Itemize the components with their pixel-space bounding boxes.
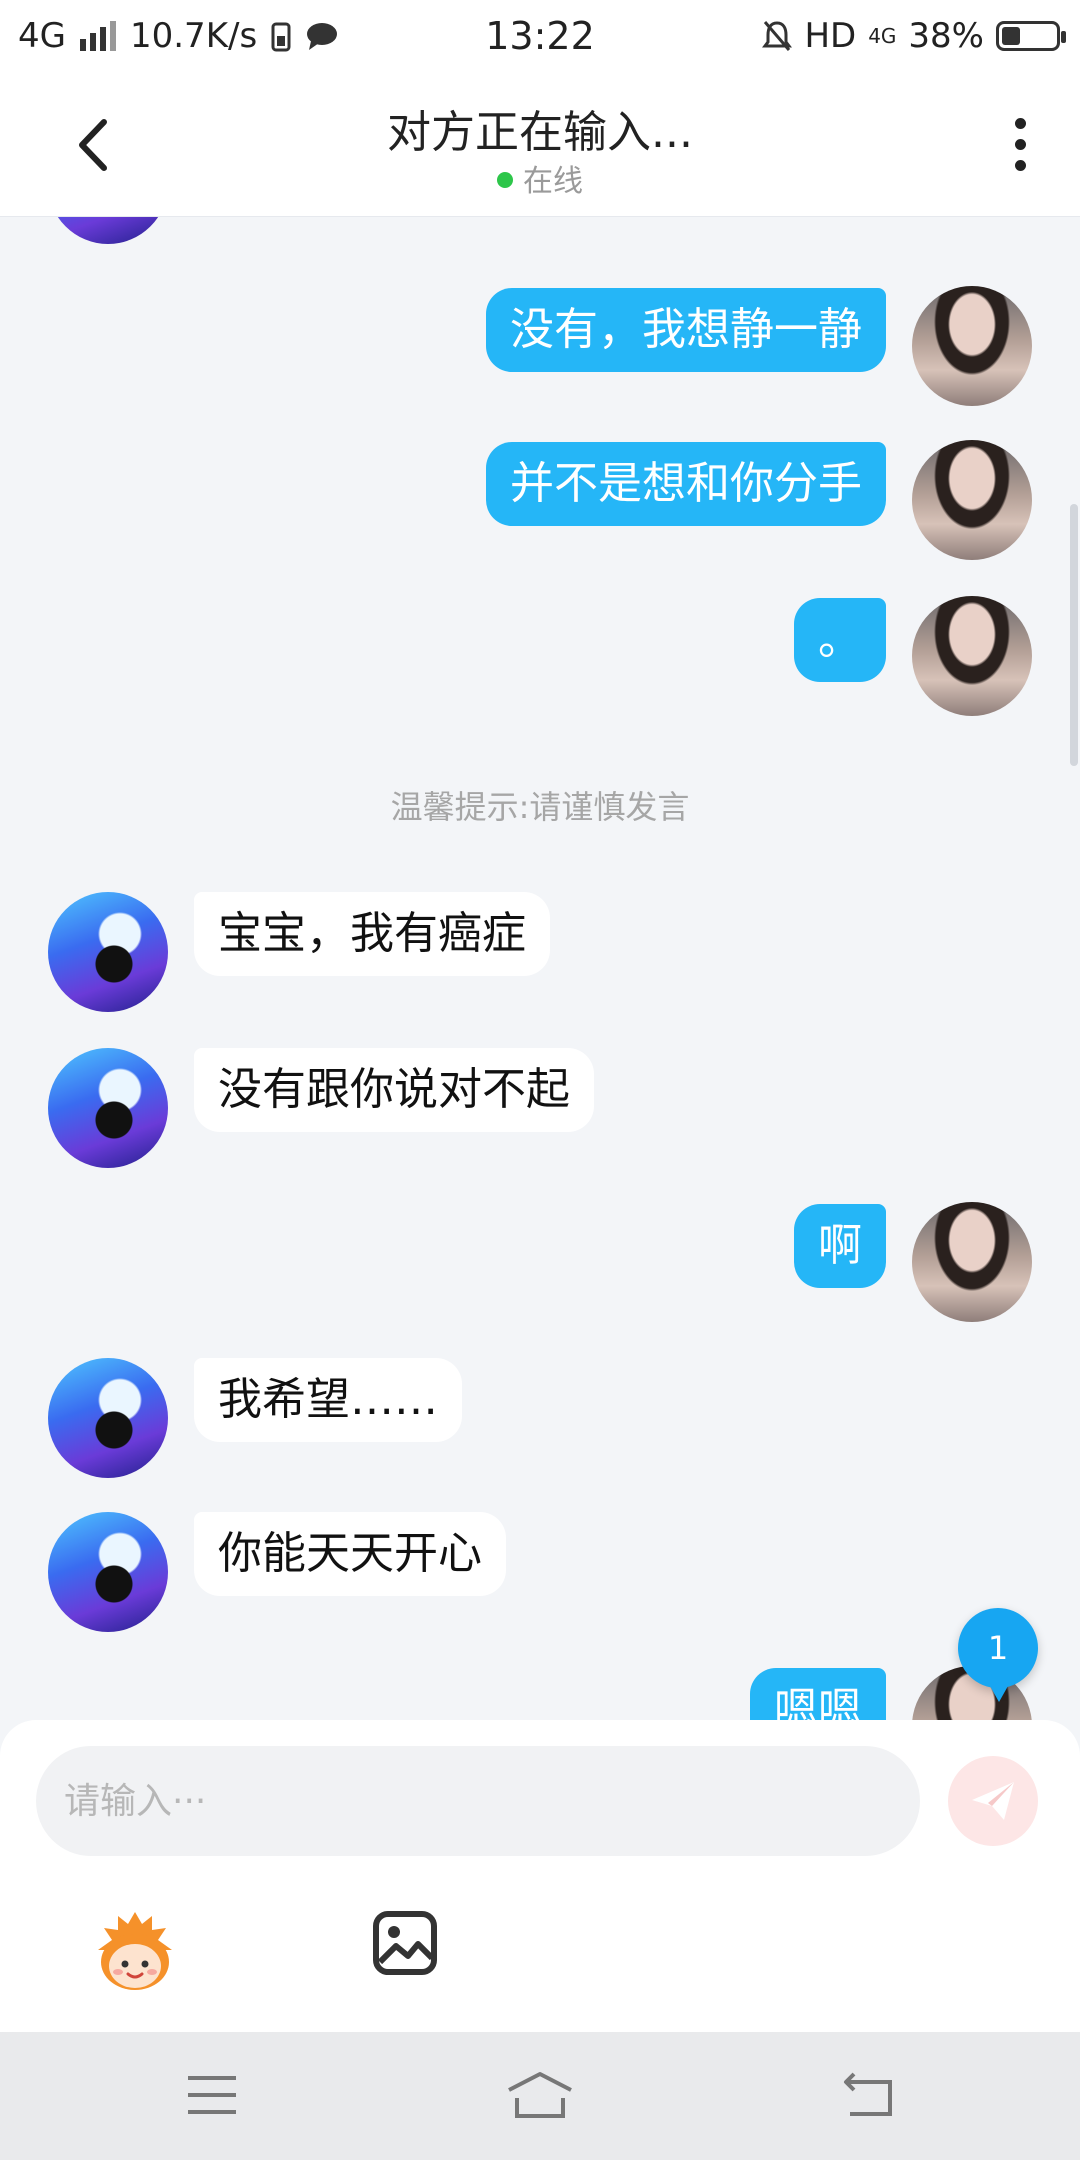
chat-area[interactable]: 没有，我想静一静 并不是想和你分手 。 温馨提示:请谨慎发言 宝宝，我有癌症 没… (0, 216, 1080, 1720)
return-icon (844, 2072, 892, 2116)
nav-back-button[interactable] (840, 2070, 900, 2120)
battery-icon (996, 21, 1066, 51)
avatar-contact[interactable] (48, 1512, 168, 1632)
input-panel (0, 1720, 1080, 2032)
emoji-icon (98, 1912, 172, 1990)
chat-header: 对方正在输入... 在线 (0, 72, 1080, 217)
message-bubble-received[interactable]: 宝宝，我有癌症 (194, 892, 550, 976)
home-icon (508, 2072, 572, 2118)
status-right: HD 4G 38% (762, 16, 1066, 56)
unread-badge[interactable]: 1 (958, 1608, 1038, 1702)
send-icon (972, 1782, 1014, 1820)
network-type-secondary: 4G (868, 24, 897, 48)
emoji-button[interactable] (90, 1906, 180, 1996)
avatar-contact[interactable] (48, 1358, 168, 1478)
message-bubble-sent[interactable]: 啊 (794, 1204, 886, 1288)
online-dot-icon (497, 171, 513, 188)
nav-home-button[interactable] (505, 2070, 575, 2120)
avatar-self[interactable] (912, 286, 1032, 406)
message-bubble-sent[interactable]: 。 (794, 598, 886, 682)
system-notice: 温馨提示:请谨慎发言 (390, 788, 690, 826)
avatar-contact[interactable] (48, 892, 168, 1012)
message-bubble-received[interactable]: 你能天天开心 (194, 1512, 506, 1596)
online-status-label: 在线 (523, 164, 583, 199)
message-bubble-received[interactable]: 我希望…… (194, 1358, 462, 1442)
mute-bell-icon (762, 21, 793, 51)
more-button[interactable] (1000, 112, 1040, 182)
message-bubble-sent[interactable]: 并不是想和你分手 (486, 442, 886, 526)
send-button[interactable] (948, 1756, 1038, 1846)
battery-percent: 38% (908, 16, 984, 56)
avatar-self[interactable] (912, 596, 1032, 716)
more-vertical-icon (1000, 118, 1040, 171)
avatar-contact[interactable] (48, 216, 168, 244)
online-status: 在线 (0, 156, 1080, 200)
status-bar: 4G 10.7K/s 13:22 HD 4G 38% (0, 0, 1080, 72)
image-icon (373, 1911, 437, 1975)
menu-icon (188, 2076, 236, 2114)
avatar-self[interactable] (912, 1202, 1032, 1322)
scrollbar[interactable] (1070, 504, 1078, 766)
system-nav-bar (0, 2032, 1080, 2160)
message-input[interactable] (36, 1746, 920, 1856)
avatar-contact[interactable] (48, 1048, 168, 1168)
nav-menu-button[interactable] (182, 2070, 242, 2120)
message-bubble-received[interactable]: 没有跟你说对不起 (194, 1048, 594, 1132)
image-button[interactable] (370, 1908, 440, 1978)
message-bubble-sent[interactable]: 嗯嗯 (750, 1668, 886, 1720)
avatar-self[interactable] (912, 440, 1032, 560)
message-bubble-sent[interactable]: 没有，我想静一静 (486, 288, 886, 372)
hd-label: HD (804, 16, 857, 56)
page-title: 对方正在输入... (387, 107, 693, 158)
